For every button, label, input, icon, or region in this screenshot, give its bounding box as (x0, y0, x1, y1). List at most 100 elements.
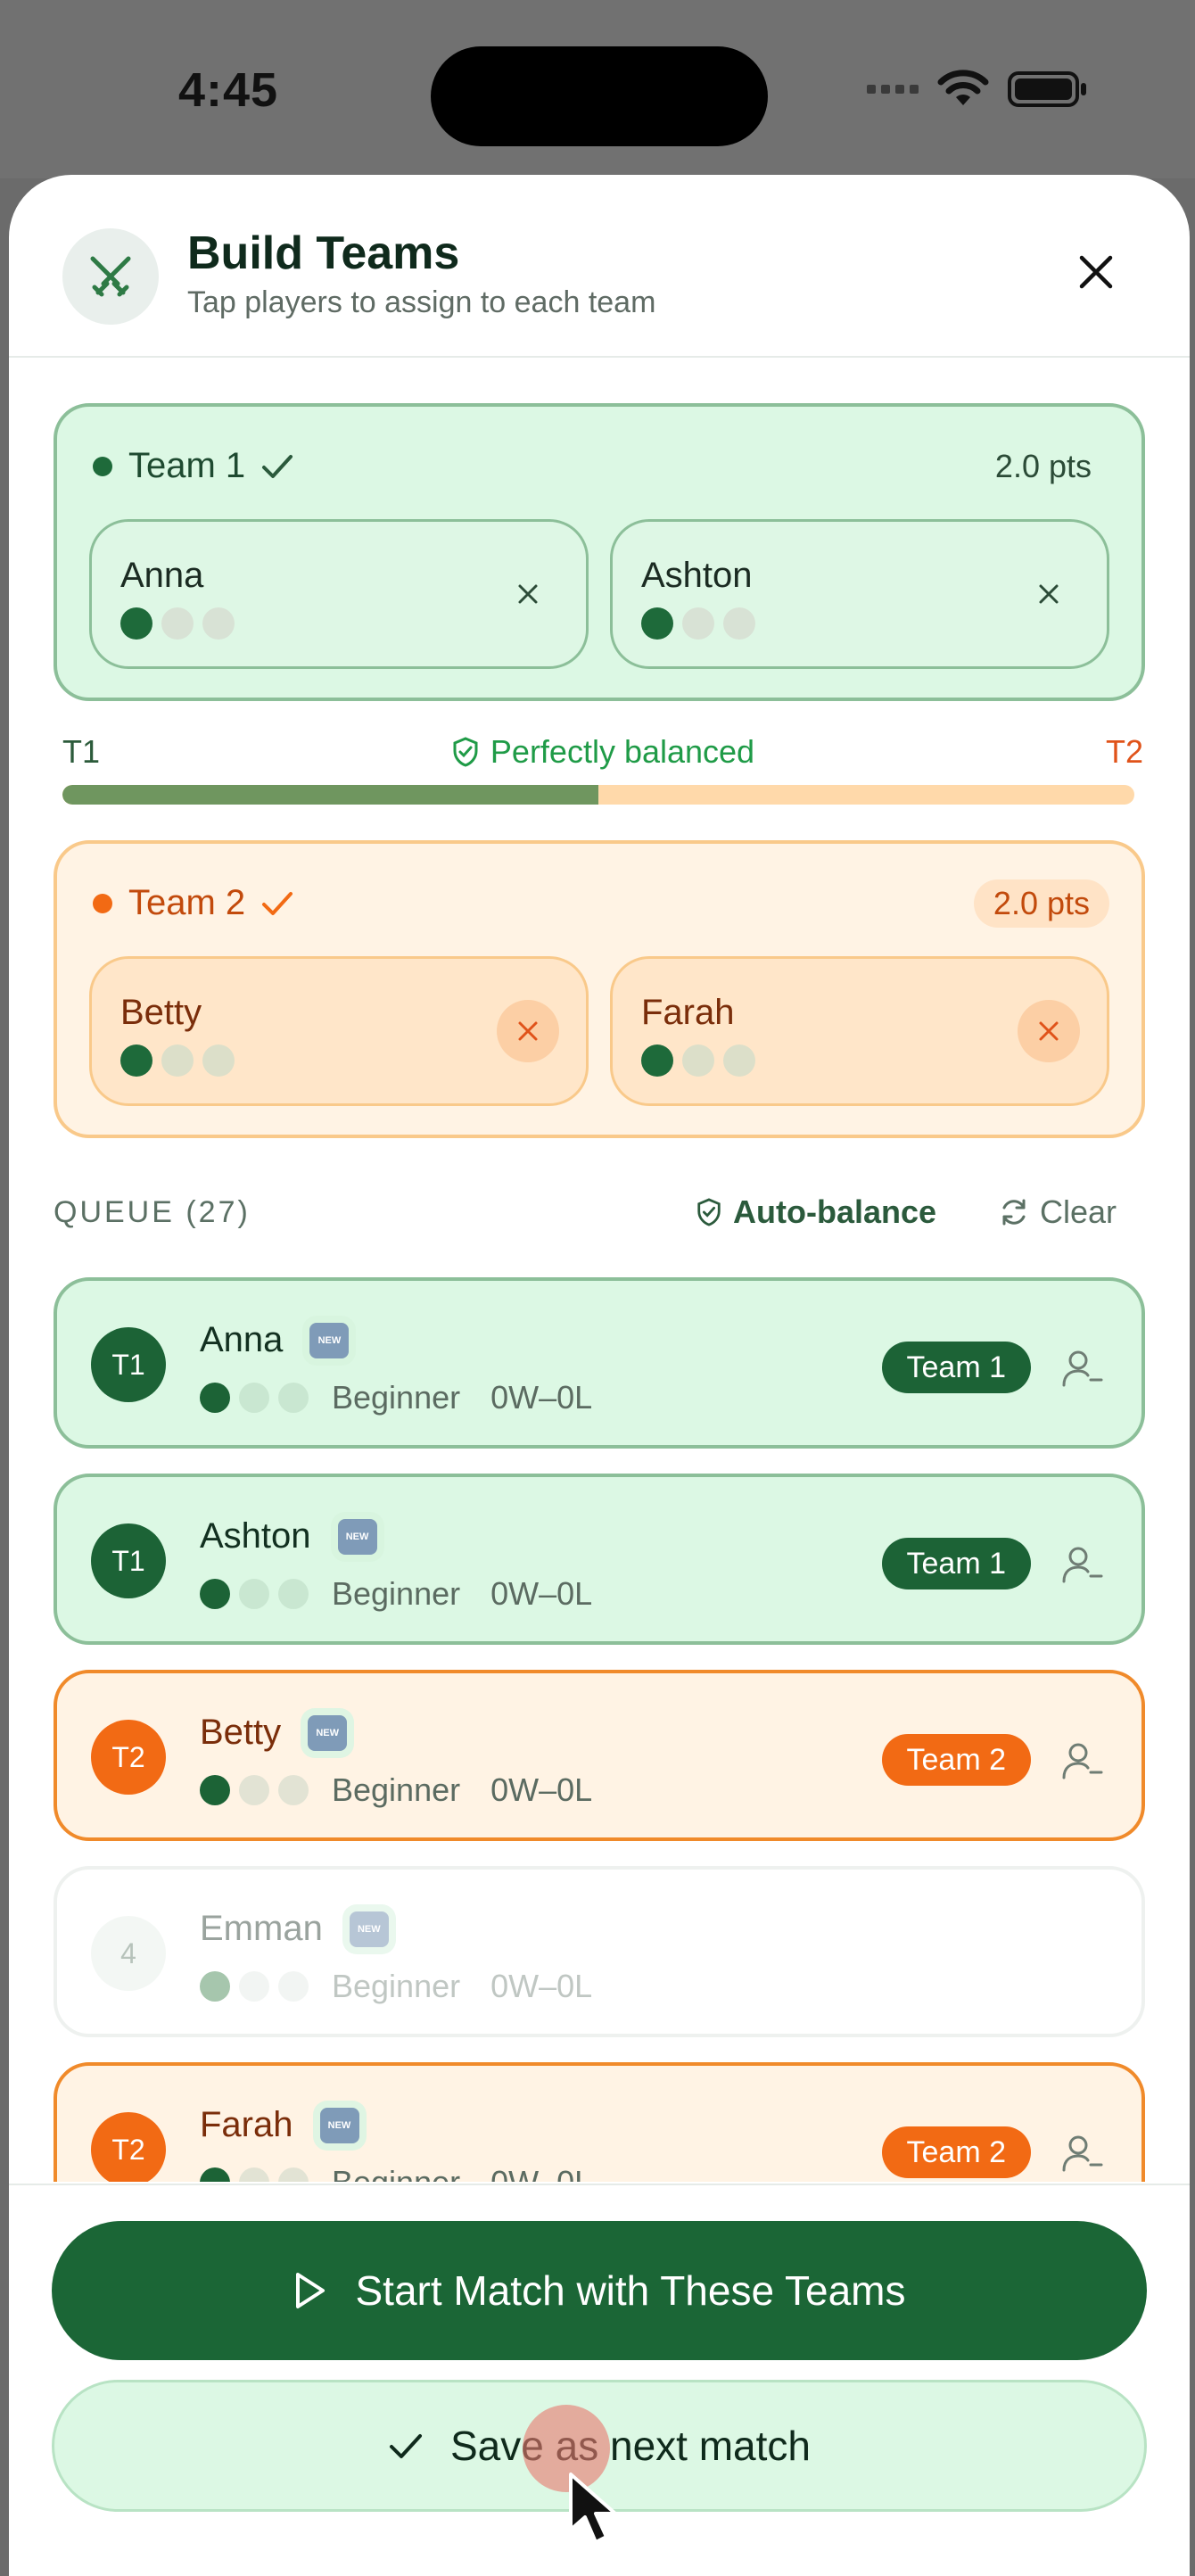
queue-player-name-row: Farah NEW (200, 2105, 359, 2145)
skill-dot (200, 2167, 230, 2182)
close-button[interactable] (1074, 250, 1118, 294)
player-name: Anna (120, 556, 204, 595)
shield-check-icon (453, 737, 478, 767)
skill-dot (200, 1971, 230, 2002)
remove-player-button[interactable] (497, 1000, 559, 1062)
skill-dot (278, 1579, 309, 1609)
check-icon (262, 454, 293, 478)
build-teams-sheet: Build Teams Tap players to assign to eac… (9, 175, 1190, 2576)
skill-dot (278, 2167, 309, 2182)
start-match-button[interactable]: Start Match with These Teams (52, 2221, 1147, 2360)
unassign-button[interactable] (1058, 1736, 1108, 1786)
skill-dot (278, 1971, 309, 2002)
player-name: Farah (641, 993, 735, 1032)
team-1-player-chip[interactable]: Ashton (610, 519, 1109, 669)
queue-row[interactable]: 4 Emman NEW Beginner 0W–0L (54, 1866, 1145, 2037)
remove-player-button[interactable] (1018, 1000, 1080, 1062)
page-title: Build Teams (187, 227, 460, 279)
balance-status-text: Perfectly balanced (490, 733, 755, 770)
unassign-button[interactable] (1058, 1540, 1108, 1589)
queue-player-name-row: Emman NEW (200, 1909, 389, 1949)
team-assignment-pill[interactable]: Team 2 (881, 1734, 1031, 1786)
skill-dots (120, 607, 235, 640)
balance-bar-fill (62, 785, 598, 805)
queue-player-name-row: Anna NEW (200, 1320, 350, 1360)
team-2-player-chip[interactable]: Betty (89, 956, 589, 1106)
skill-dot (239, 1971, 269, 2002)
queue-player-name-row: Ashton NEW (200, 1516, 377, 1556)
new-badge-icon: NEW (309, 1322, 350, 1358)
skill-dot (239, 2167, 269, 2182)
auto-balance-button[interactable]: Auto-balance (696, 1193, 936, 1231)
close-icon (518, 1021, 538, 1041)
queue-badge: T1 (91, 1327, 166, 1402)
queue-list[interactable]: T1 Anna NEW Beginner 0W–0L Team 1 T1 Ash… (9, 1267, 1190, 2182)
queue-row[interactable]: T2 Betty NEW Beginner 0W–0L Team 2 (54, 1670, 1145, 1841)
team-assignment-pill[interactable]: Team 1 (881, 1538, 1031, 1589)
player-level: Beginner (332, 1379, 461, 1416)
mouse-cursor-icon (569, 2473, 617, 2544)
new-badge-icon: NEW (308, 1714, 348, 1751)
skill-dot (239, 1579, 269, 1609)
skill-dots (641, 607, 755, 640)
queue-player-name: Betty (200, 1713, 282, 1752)
queue-player-name-row: Betty NEW (200, 1713, 348, 1753)
queue-row[interactable]: T1 Anna NEW Beginner 0W–0L Team 1 (54, 1277, 1145, 1449)
balance-bar (62, 785, 1134, 805)
queue-row[interactable]: T2 Farah NEW Beginner 0W–0L Team 2 (54, 2062, 1145, 2182)
player-level: Beginner (332, 2164, 460, 2182)
player-name: Ashton (641, 556, 753, 595)
skill-dot (200, 1579, 230, 1609)
queue-player-name: Farah (200, 2105, 293, 2144)
skill-dot (278, 1383, 309, 1413)
start-match-label: Start Match with These Teams (355, 2267, 906, 2314)
clear-label: Clear (1040, 1193, 1117, 1230)
player-name: Betty (120, 993, 202, 1032)
crossed-swords-icon (62, 228, 159, 325)
dynamic-island (431, 46, 768, 146)
unassign-button[interactable] (1058, 1343, 1108, 1393)
team-2-dot (93, 893, 112, 913)
page-subtitle: Tap players to assign to each team (187, 285, 656, 319)
balance-row: T1 Perfectly balanced T2 (62, 733, 1143, 778)
remove-player-button[interactable] (497, 563, 559, 625)
user-minus-icon (1062, 1547, 1103, 1583)
player-level: Beginner (332, 1771, 461, 1808)
close-icon (518, 584, 538, 604)
team-2-player-chip[interactable]: Farah (610, 956, 1109, 1106)
queue-player-meta: Beginner 0W–0L (200, 1379, 592, 1416)
unassign-button[interactable] (1058, 2128, 1108, 2178)
team-assignment-pill[interactable]: Team 2 (881, 2126, 1031, 2178)
queue-row[interactable]: T1 Ashton NEW Beginner 0W–0L Team 1 (54, 1474, 1145, 1645)
team-1-card[interactable]: Team 1 2.0 pts Anna Ashton (54, 403, 1145, 701)
queue-badge: 4 (91, 1916, 166, 1991)
new-badge-icon: NEW (319, 2107, 359, 2143)
status-time: 4:45 (178, 63, 279, 117)
queue-player-meta: Beginner 0W–0L (200, 1771, 592, 1809)
team-1-points: 2.0 pts (994, 448, 1092, 484)
team-1-player-chip[interactable]: Anna (89, 519, 589, 669)
auto-balance-label: Auto-balance (733, 1193, 937, 1230)
skill-dot (200, 1383, 230, 1413)
player-record: 0W–0L (490, 2164, 592, 2182)
queue-label: QUEUE (27) (54, 1195, 251, 1229)
status-bar: 4:45 (0, 0, 1195, 178)
queue-badge: T1 (91, 1523, 166, 1598)
save-next-match-label: Save as next match (450, 2423, 811, 2469)
queue-player-name: Ashton (200, 1516, 311, 1556)
clear-button[interactable]: Clear (999, 1193, 1117, 1231)
player-record: 0W–0L (490, 1379, 593, 1416)
player-record: 0W–0L (490, 1771, 593, 1808)
status-icons (867, 70, 1088, 109)
team-2-card[interactable]: Team 2 2.0 pts Betty Farah (54, 840, 1145, 1138)
team-2-points: 2.0 pts (973, 879, 1109, 928)
shield-check-icon (697, 1198, 721, 1226)
skill-dot (200, 1775, 230, 1805)
team-1-name: Team 1 (128, 446, 246, 485)
team-assignment-pill[interactable]: Team 1 (881, 1342, 1031, 1393)
remove-player-button[interactable] (1018, 563, 1080, 625)
check-icon (390, 2434, 422, 2458)
queue-badge: T2 (91, 2112, 166, 2182)
skill-dot (239, 1775, 269, 1805)
skill-dots (641, 1044, 755, 1077)
